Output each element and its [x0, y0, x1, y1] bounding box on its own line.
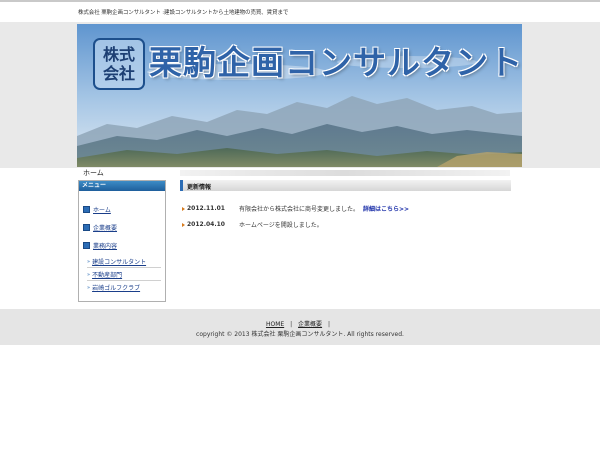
news-text: ホームページを開設しました。 — [239, 222, 323, 229]
sidebar-item-label[interactable]: 企業概要 — [93, 223, 117, 232]
site-tagline: 株式会社 栗駒企画コンサルタント :建設コンサルタントから土地建物の売買、賃貸ま… — [78, 10, 289, 16]
sidebar-item-company[interactable]: 企業概要 — [83, 223, 117, 232]
menu-title: メニュー — [79, 181, 165, 191]
sidebar-subitem-golf[interactable]: » 岩崎ゴルフクラブ — [87, 283, 140, 293]
sidebar-subitem-construction[interactable]: » 建設コンサルタント — [87, 257, 146, 267]
sidebar-item-services[interactable]: 業務内容 — [83, 241, 117, 250]
news-date: 2012.04.10 — [187, 221, 225, 228]
news-item: 2012.04.10 ホームページを開設しました。 — [182, 220, 323, 229]
logo-text-line1: 株式 — [102, 45, 135, 64]
triangle-bullet-icon — [182, 206, 185, 211]
news-detail-link[interactable]: 詳細はこちら>> — [363, 204, 409, 213]
footer-link-company[interactable]: 企業概要 — [298, 321, 322, 328]
triangle-bullet-icon — [182, 222, 185, 227]
square-bullet-icon — [83, 242, 90, 249]
news-text: 有限会社から株式会社に商号変更しました。 — [239, 206, 360, 213]
double-chevron-icon: » — [87, 258, 91, 265]
footer-nav: HOME | 企業概要 | — [0, 319, 600, 328]
divider — [87, 280, 161, 281]
top-border — [0, 0, 600, 2]
nav-divider — [180, 170, 510, 176]
footer-link-home[interactable]: HOME — [266, 321, 284, 328]
sidebar-item-label[interactable]: 業務内容 — [93, 241, 117, 250]
sidebar-subitem-label[interactable]: 岩崎ゴルフクラブ — [92, 283, 140, 292]
site-title: 栗駒企画コンサルタント — [149, 43, 522, 82]
news-item: 2012.11.01 有限会社から株式会社に商号変更しました。 詳細はこちら>> — [182, 204, 409, 213]
footer-separator: | — [290, 321, 293, 328]
sidebar-menu: メニュー ホーム 企業概要 業務内容 » 建設コンサルタント » 不動産部門 »… — [78, 180, 166, 302]
footer-separator: | — [327, 321, 331, 328]
sidebar-subitem-label[interactable]: 建設コンサルタント — [92, 257, 146, 266]
sidebar-subitem-label[interactable]: 不動産部門 — [92, 270, 122, 279]
square-bullet-icon — [83, 224, 90, 231]
company-type-logo: 株式 会社 — [93, 38, 145, 90]
news-date: 2012.11.01 — [187, 205, 225, 212]
copyright-text: copyright © 2013 株式会社 栗駒企画コンサルタント. All r… — [196, 331, 404, 338]
divider — [87, 267, 161, 268]
square-bullet-icon — [83, 206, 90, 213]
sidebar-item-label[interactable]: ホーム — [93, 205, 111, 214]
sidebar-subitem-realestate[interactable]: » 不動産部門 — [87, 270, 122, 280]
footer: HOME | 企業概要 | copyright © 2013 株式会社 栗駒企画… — [0, 309, 600, 345]
news-title: 更新情報 — [187, 184, 212, 191]
header-banner: 株式 会社 栗駒企画コンサルタント — [77, 24, 522, 167]
sidebar-item-home[interactable]: ホーム — [83, 205, 111, 214]
news-section-header: 更新情報 — [180, 180, 511, 191]
double-chevron-icon: » — [87, 271, 91, 278]
nav-home-link[interactable]: ホーム — [83, 168, 104, 178]
logo-text-line2: 会社 — [102, 64, 135, 83]
double-chevron-icon: » — [87, 284, 91, 291]
